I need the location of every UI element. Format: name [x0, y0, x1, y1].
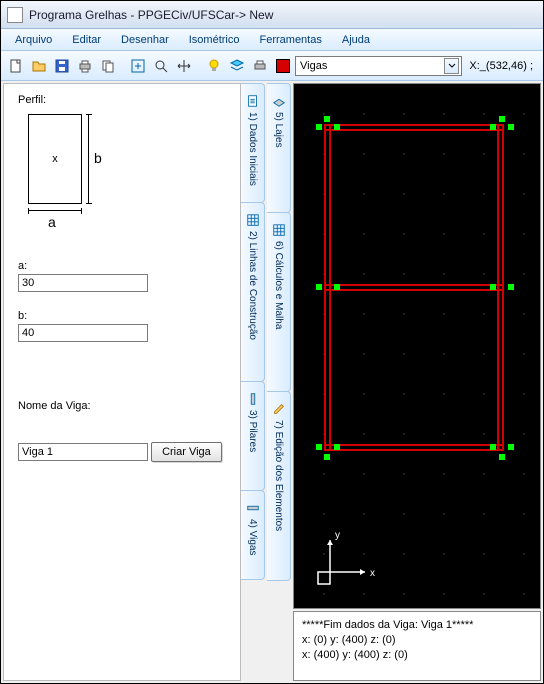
- tab-label: 3) Pilares: [247, 410, 258, 452]
- menu-ferramentas[interactable]: Ferramentas: [250, 31, 332, 49]
- pan-button[interactable]: [173, 55, 195, 77]
- app-icon: [7, 7, 23, 23]
- beam-bottom: [324, 444, 504, 451]
- dim-b-label: b: [94, 150, 102, 166]
- beam-right: [497, 124, 504, 451]
- tab-linhas-construcao[interactable]: 2) Linhas de Construção: [241, 202, 265, 382]
- titlebar: Programa Grelhas - PPGECiv/UFSCar-> New: [1, 1, 543, 29]
- node: [316, 284, 322, 290]
- zoom-button[interactable]: [150, 55, 172, 77]
- print-button[interactable]: [74, 55, 96, 77]
- node: [334, 444, 340, 450]
- coord-readout: X:_(532,46) ;: [463, 60, 539, 72]
- menu-editar[interactable]: Editar: [62, 31, 111, 49]
- properties-panel: Perfil: x b a a: b: Nome da Viga: Criar …: [3, 83, 241, 681]
- slab-icon: [272, 94, 286, 108]
- tab-edicao-elementos[interactable]: 7) Edição dos Elementos: [267, 391, 291, 581]
- lightbulb-button[interactable]: [203, 55, 225, 77]
- tab-label: 2) Linhas de Construção: [247, 231, 258, 340]
- console-line: *****Fim dados da Viga: Viga 1*****: [302, 618, 532, 633]
- console-line: x: (400) y: (400) z: (0): [302, 648, 532, 663]
- layer-color-swatch: [276, 59, 290, 73]
- output-console[interactable]: *****Fim dados da Viga: Viga 1***** x: (…: [293, 611, 541, 681]
- node: [334, 124, 340, 130]
- layer-dropdown[interactable]: Vigas: [295, 56, 462, 76]
- layer-selected-label: Vigas: [300, 60, 327, 72]
- menu-isometrico[interactable]: Isométrico: [179, 31, 250, 49]
- beam-icon: [246, 501, 260, 515]
- tab-strip-col1: 1) Dados Iniciais 2) Linhas de Construçã…: [241, 83, 267, 681]
- save-button[interactable]: [51, 55, 73, 77]
- svg-text:y: y: [335, 530, 340, 541]
- edit-icon: [272, 402, 286, 416]
- label-a: a:: [18, 260, 226, 272]
- input-a[interactable]: [18, 274, 148, 292]
- node: [508, 124, 514, 130]
- open-file-button[interactable]: [28, 55, 50, 77]
- menu-ajuda[interactable]: Ajuda: [332, 31, 380, 49]
- tab-strip-col2: 5) Lajes 6) Cálculos e Malha 7) Edição d…: [267, 83, 293, 681]
- new-file-button[interactable]: [5, 55, 27, 77]
- node: [490, 444, 496, 450]
- node: [316, 124, 322, 130]
- drawing-viewport[interactable]: x y: [293, 83, 541, 609]
- copy-button[interactable]: [97, 55, 119, 77]
- node: [499, 116, 505, 122]
- toolbar: Vigas X:_(532,46) ;: [1, 51, 543, 81]
- menu-arquivo[interactable]: Arquivo: [5, 31, 62, 49]
- input-b[interactable]: [18, 324, 148, 342]
- label-nome-viga: Nome da Viga:: [18, 400, 226, 412]
- content-area: Perfil: x b a a: b: Nome da Viga: Criar …: [1, 81, 543, 683]
- tab-label: 7) Edição dos Elementos: [273, 420, 284, 531]
- tab-calculos-malha[interactable]: 6) Cálculos e Malha: [267, 212, 291, 392]
- axes-icon: x y: [310, 522, 380, 592]
- node: [508, 284, 514, 290]
- column-icon: [246, 392, 260, 406]
- dim-a-label: a: [48, 214, 56, 230]
- node: [490, 284, 496, 290]
- chevron-down-icon: [444, 58, 459, 74]
- perfil-label: Perfil:: [18, 94, 226, 106]
- label-b: b:: [18, 310, 226, 322]
- right-stack: x y *****Fim dados da Viga: Viga 1***** …: [293, 83, 541, 681]
- beam-top: [324, 124, 504, 131]
- input-nome-viga[interactable]: [18, 443, 148, 461]
- svg-text:x: x: [370, 568, 375, 579]
- print2-button[interactable]: [249, 55, 271, 77]
- mesh-icon: [272, 223, 286, 237]
- dim-a-line: [28, 210, 82, 211]
- zoom-extents-button[interactable]: [127, 55, 149, 77]
- layers-button[interactable]: [226, 55, 248, 77]
- document-icon: [246, 94, 260, 108]
- node: [334, 284, 340, 290]
- beam-mid: [324, 284, 504, 291]
- beam-left: [324, 124, 331, 451]
- node: [490, 124, 496, 130]
- tab-label: 6) Cálculos e Malha: [273, 241, 284, 329]
- tab-dados-iniciais[interactable]: 1) Dados Iniciais: [241, 83, 265, 203]
- window-title: Programa Grelhas - PPGECiv/UFSCar-> New: [29, 8, 273, 22]
- node: [324, 454, 330, 460]
- console-line: x: (0) y: (400) z: (0): [302, 633, 532, 648]
- tab-pilares[interactable]: 3) Pilares: [241, 381, 265, 491]
- tab-label: 4) Vigas: [247, 519, 258, 556]
- node: [508, 444, 514, 450]
- menubar: Arquivo Editar Desenhar Isométrico Ferra…: [1, 29, 543, 51]
- tab-vigas[interactable]: 4) Vigas: [241, 490, 265, 580]
- tab-label: 5) Lajes: [273, 112, 284, 148]
- dim-b-line: [88, 114, 89, 204]
- tab-lajes[interactable]: 5) Lajes: [267, 83, 291, 213]
- profile-diagram: x b a: [18, 110, 108, 230]
- tab-label: 1) Dados Iniciais: [247, 112, 258, 186]
- node: [316, 444, 322, 450]
- node: [499, 454, 505, 460]
- criar-viga-button[interactable]: Criar Viga: [151, 442, 222, 462]
- node: [324, 116, 330, 122]
- profile-rect: x: [28, 114, 82, 204]
- grid-icon: [246, 213, 260, 227]
- profile-x-mark: x: [52, 153, 58, 165]
- menu-desenhar[interactable]: Desenhar: [111, 31, 179, 49]
